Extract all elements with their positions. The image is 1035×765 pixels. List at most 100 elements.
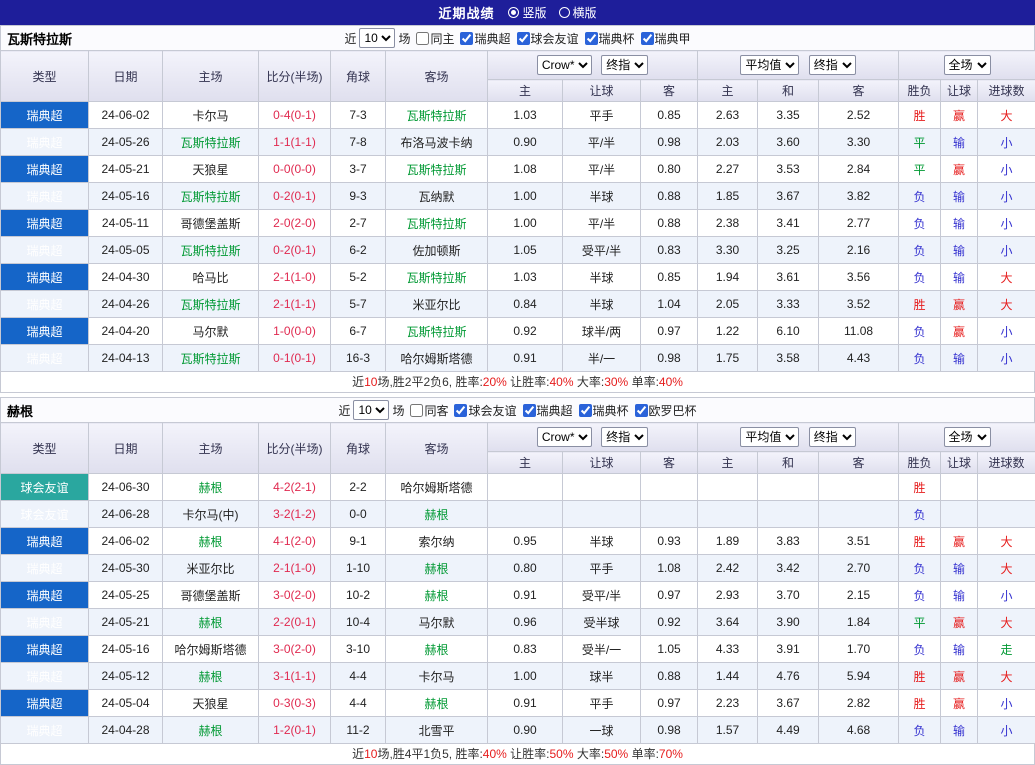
crow-home-odds: 0.83 <box>488 636 563 663</box>
final-index-select[interactable]: 终指 <box>601 427 648 447</box>
result-cell: 负 <box>899 237 941 264</box>
corner-cell: 6-7 <box>331 318 386 345</box>
final-index-select-2[interactable]: 终指 <box>809 55 856 75</box>
col-header-date: 日期 <box>89 423 163 474</box>
score-cell: 0-3(0-3) <box>259 690 331 717</box>
final-index-select[interactable]: 终指 <box>601 55 648 75</box>
league-filter-input[interactable] <box>635 404 648 417</box>
layout-radio-horizontal[interactable]: 横版 <box>559 4 597 21</box>
matches-tbody: 瑞典超24-06-02卡尔马0-4(0-1)7-3瓦斯特拉斯1.03平手0.85… <box>1 102 1035 372</box>
crow-away-odds: 0.80 <box>641 156 698 183</box>
summary-segment: 40% <box>550 375 574 389</box>
league-cell: 瑞典超 <box>1 345 89 372</box>
crow-handicap: 球半 <box>563 663 641 690</box>
league-cell: 瑞典超 <box>1 102 89 129</box>
average-odds-group: 平均值 终指 <box>698 423 899 452</box>
date-cell: 24-04-20 <box>89 318 163 345</box>
crow-home-odds: 1.08 <box>488 156 563 183</box>
radio-icon <box>508 7 519 18</box>
home-team-cell: 瓦斯特拉斯 <box>163 345 259 372</box>
crow-home-odds: 0.92 <box>488 318 563 345</box>
col-header-score: 比分(半场) <box>259 423 331 474</box>
result-cell: 负 <box>899 264 941 291</box>
league-filter-checkbox[interactable]: 瑞典超 <box>460 30 510 47</box>
league-filter-checkbox[interactable]: 瑞典杯 <box>585 30 635 47</box>
bookmaker-select[interactable]: Crow* <box>537 427 592 447</box>
summary-segment: 大率: <box>574 375 605 389</box>
avg-home-odds: 1.44 <box>698 663 758 690</box>
bookmaker-select[interactable]: Crow* <box>537 55 592 75</box>
league-filter-input[interactable] <box>454 404 467 417</box>
goals-result-cell: 小 <box>978 156 1035 183</box>
scope-group: 全场 <box>899 423 1035 452</box>
league-filter-input[interactable] <box>460 32 473 45</box>
layout-radio-vertical[interactable]: 竖版 <box>508 4 546 21</box>
average-select[interactable]: 平均值 <box>740 427 799 447</box>
avg-draw-odds: 3.53 <box>758 156 819 183</box>
crow-handicap <box>563 474 641 501</box>
final-index-select-2[interactable]: 终指 <box>809 427 856 447</box>
sub-header-result: 胜负 <box>899 80 941 102</box>
handicap-result-cell <box>941 474 978 501</box>
score-cell: 2-1(1-0) <box>259 264 331 291</box>
league-filter-input[interactable] <box>517 32 530 45</box>
sub-header-avg-away: 客 <box>819 452 899 474</box>
corner-cell: 5-7 <box>331 291 386 318</box>
result-cell: 胜 <box>899 528 941 555</box>
league-filter-checkbox[interactable]: 瑞典甲 <box>641 30 691 47</box>
avg-draw-odds: 3.41 <box>758 210 819 237</box>
away-team-cell: 瓦斯特拉斯 <box>386 210 488 237</box>
match-count-select[interactable]: 10 <box>353 400 389 420</box>
same-side-checkbox[interactable]: 同客 <box>410 402 448 419</box>
crow-home-odds: 0.84 <box>488 291 563 318</box>
crow-home-odds: 0.95 <box>488 528 563 555</box>
score-cell: 3-2(1-2) <box>259 501 331 528</box>
date-cell: 24-04-26 <box>89 291 163 318</box>
scope-select[interactable]: 全场 <box>944 55 991 75</box>
corner-cell: 4-4 <box>331 690 386 717</box>
away-team-cell: 赫根 <box>386 501 488 528</box>
league-filter-checkbox[interactable]: 瑞典杯 <box>579 402 629 419</box>
home-team-cell: 天狼星 <box>163 690 259 717</box>
section-header: 瓦斯特拉斯 近 10 场 同主 瑞典超球会友谊瑞典杯瑞典甲 <box>0 25 1035 50</box>
scope-select[interactable]: 全场 <box>944 427 991 447</box>
avg-away-odds: 4.68 <box>819 717 899 744</box>
corner-cell: 10-4 <box>331 609 386 636</box>
match-row: 瑞典超24-04-30哈马比2-1(1-0)5-2瓦斯特拉斯1.03半球0.85… <box>1 264 1035 291</box>
league-filter-input[interactable] <box>579 404 592 417</box>
handicap-result-cell: 赢 <box>941 528 978 555</box>
league-filter-input[interactable] <box>585 32 598 45</box>
league-filter-input[interactable] <box>523 404 536 417</box>
avg-home-odds: 2.63 <box>698 102 758 129</box>
score-cell: 2-1(1-0) <box>259 555 331 582</box>
league-filter-checkbox[interactable]: 球会友谊 <box>454 402 516 419</box>
avg-away-odds: 11.08 <box>819 318 899 345</box>
result-cell: 负 <box>899 717 941 744</box>
home-team-cell: 赫根 <box>163 717 259 744</box>
average-select[interactable]: 平均值 <box>740 55 799 75</box>
avg-draw-odds: 3.67 <box>758 183 819 210</box>
sub-header-avg-home: 主 <box>698 452 758 474</box>
col-header-type: 类型 <box>1 423 89 474</box>
avg-home-odds: 2.05 <box>698 291 758 318</box>
match-row: 瑞典超24-05-26瓦斯特拉斯1-1(1-1)7-8布洛马波卡纳0.90平/半… <box>1 129 1035 156</box>
avg-home-odds: 2.38 <box>698 210 758 237</box>
same-side-checkbox[interactable]: 同主 <box>416 30 454 47</box>
same-side-checkbox-input[interactable] <box>410 404 423 417</box>
score-cell: 2-1(1-1) <box>259 291 331 318</box>
avg-draw-odds: 3.83 <box>758 528 819 555</box>
same-side-checkbox-input[interactable] <box>416 32 429 45</box>
league-filter-input[interactable] <box>641 32 654 45</box>
league-filter-checkbox[interactable]: 球会友谊 <box>517 30 579 47</box>
match-count-select[interactable]: 10 <box>359 28 395 48</box>
league-filter-checkbox[interactable]: 欧罗巴杯 <box>635 402 697 419</box>
avg-draw-odds: 3.35 <box>758 102 819 129</box>
league-filter-checkbox[interactable]: 瑞典超 <box>523 402 573 419</box>
avg-away-odds: 3.52 <box>819 291 899 318</box>
layout-radio-group: 竖版横版 <box>508 4 596 21</box>
summary-segment: 50% <box>550 747 574 761</box>
avg-draw-odds: 4.76 <box>758 663 819 690</box>
home-team-cell: 哈马比 <box>163 264 259 291</box>
corner-cell: 1-10 <box>331 555 386 582</box>
summary-segment: 单率: <box>628 375 659 389</box>
